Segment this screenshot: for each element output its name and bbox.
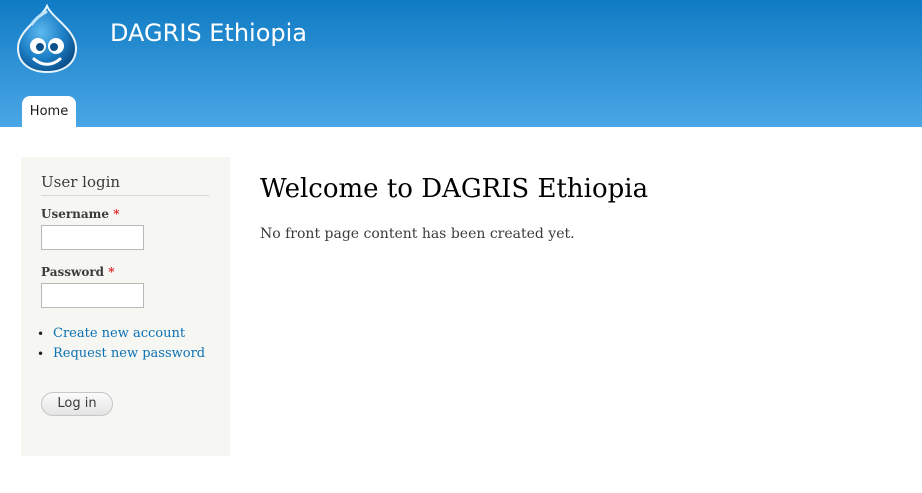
request-password-link[interactable]: Request new password	[53, 346, 205, 361]
bullet-icon: •	[37, 347, 45, 361]
username-label: Username *	[41, 207, 119, 221]
username-label-text: Username	[41, 207, 110, 221]
tab-home[interactable]: Home	[22, 96, 76, 127]
login-links: • Create new account • Request new passw…	[37, 324, 205, 364]
required-marker: *	[108, 265, 115, 279]
create-account-link[interactable]: Create new account	[53, 326, 185, 341]
password-label: Password *	[41, 265, 115, 279]
login-button[interactable]: Log in	[41, 392, 113, 416]
required-marker: *	[113, 207, 120, 221]
site-header: DAGRIS Ethiopia Home	[0, 0, 922, 127]
page-body-text: No front page content has been created y…	[260, 226, 575, 242]
user-login-block: User login Username * Password * • Creat…	[21, 157, 230, 456]
site-name-link[interactable]: DAGRIS Ethiopia	[110, 18, 307, 48]
list-item: • Request new password	[37, 344, 205, 364]
bullet-icon: •	[37, 327, 45, 341]
block-title: User login	[41, 171, 209, 196]
password-label-text: Password	[41, 265, 105, 279]
list-item: • Create new account	[37, 324, 205, 344]
password-input[interactable]	[41, 283, 144, 308]
drupal-drop-icon[interactable]	[14, 4, 80, 74]
page-title: Welcome to DAGRIS Ethiopia	[260, 174, 649, 204]
username-input[interactable]	[41, 225, 144, 250]
